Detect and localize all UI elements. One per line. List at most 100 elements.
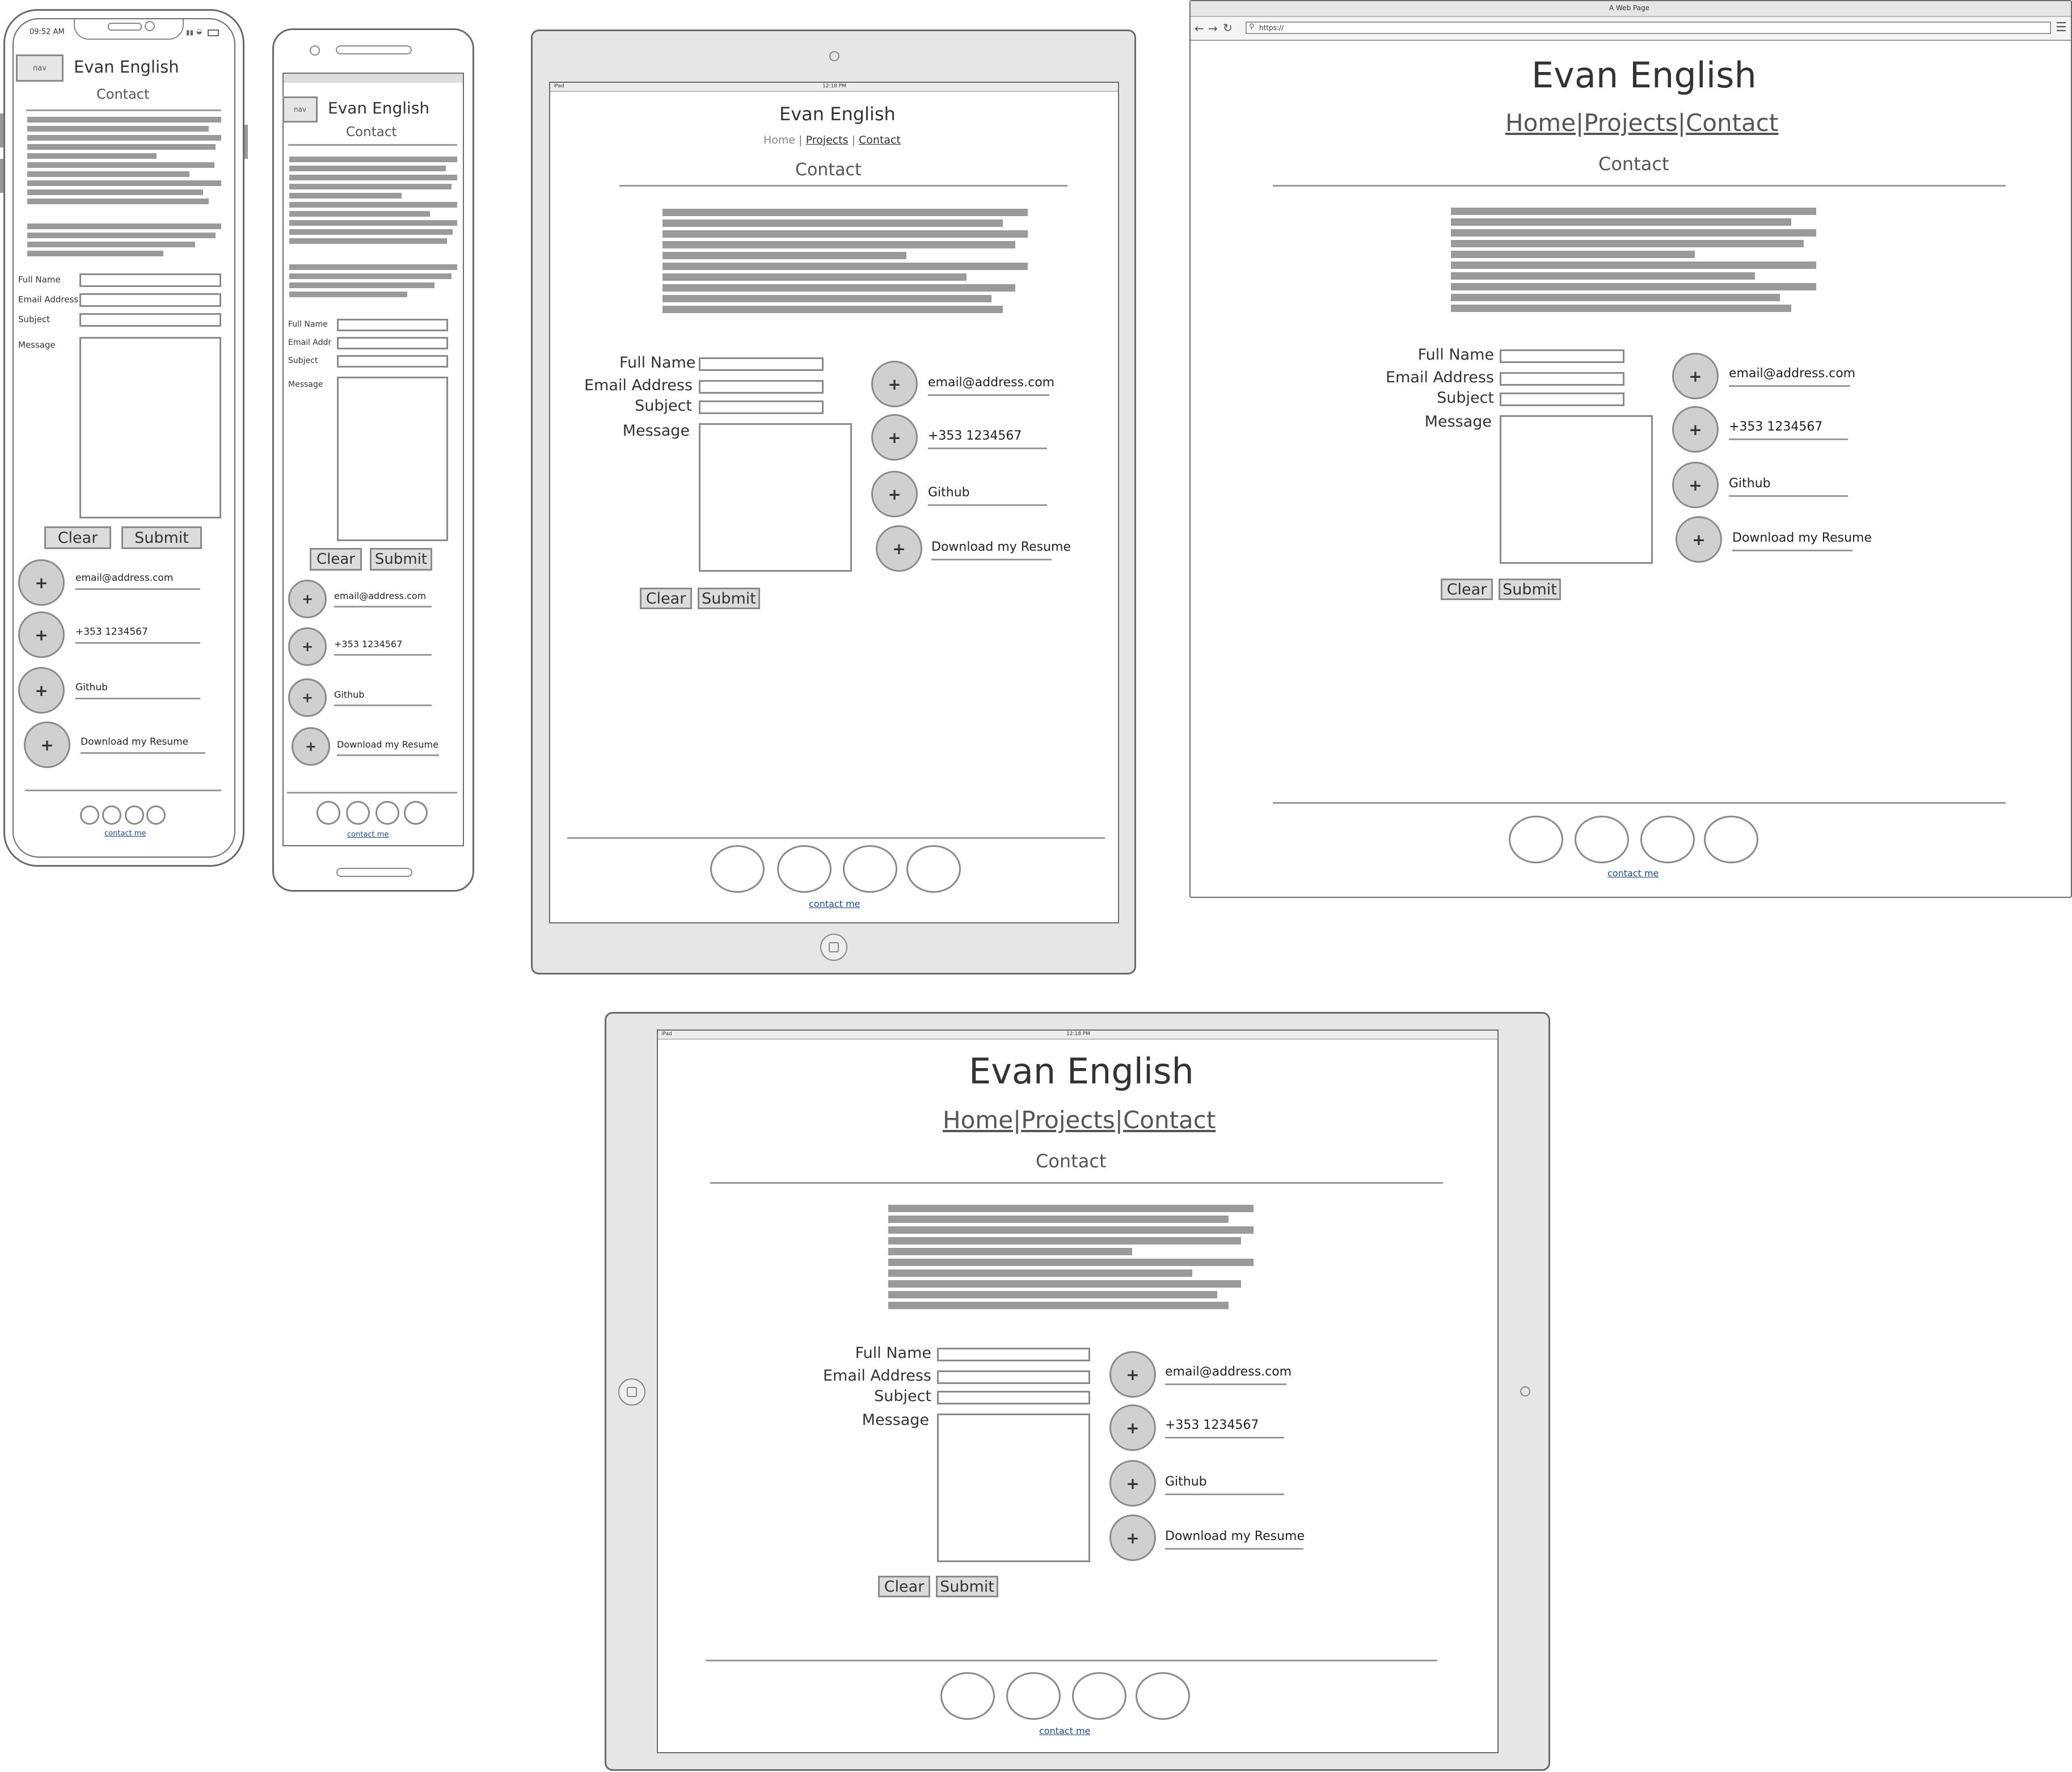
plus-icon[interactable]: + xyxy=(292,727,330,766)
contact-email[interactable]: email@address.com xyxy=(1165,1365,1292,1385)
contact-github[interactable]: Github xyxy=(334,689,432,706)
submit-button[interactable]: Submit xyxy=(370,548,432,571)
subject-input[interactable] xyxy=(79,313,221,327)
social-icon-placeholder[interactable] xyxy=(1072,1672,1126,1720)
social-icon-placeholder[interactable] xyxy=(1640,816,1695,863)
contact-me-link[interactable]: contact me xyxy=(347,830,389,839)
social-icon-placeholder[interactable] xyxy=(102,805,121,825)
social-icon-placeholder[interactable] xyxy=(1575,816,1629,863)
plus-icon[interactable]: + xyxy=(871,414,918,461)
nav-contact[interactable]: Contact xyxy=(859,134,901,146)
plus-icon[interactable]: + xyxy=(1109,1460,1156,1507)
social-icon-placeholder[interactable] xyxy=(1509,816,1563,863)
clear-button[interactable]: Clear xyxy=(640,588,692,609)
nav-home[interactable]: Home xyxy=(763,134,795,146)
social-icon-placeholder[interactable] xyxy=(375,801,399,825)
email-input[interactable] xyxy=(699,380,824,394)
address-bar[interactable]: ⚲ https:// xyxy=(1246,22,2051,34)
social-icon-placeholder[interactable] xyxy=(125,805,144,825)
back-icon[interactable]: ← xyxy=(1195,22,1204,35)
contact-email[interactable]: email@address.com xyxy=(1729,366,1855,387)
plus-icon[interactable]: + xyxy=(871,361,918,407)
message-textarea[interactable] xyxy=(79,337,221,518)
contact-me-link[interactable]: contact me xyxy=(1607,868,1659,879)
contact-github[interactable]: Github xyxy=(928,486,1047,506)
full-name-input[interactable] xyxy=(1500,349,1624,363)
social-icon-placeholder[interactable] xyxy=(906,845,961,893)
contact-me-link[interactable]: contact me xyxy=(1039,1725,1090,1736)
plus-icon[interactable]: + xyxy=(18,559,65,606)
plus-icon[interactable]: + xyxy=(288,678,327,717)
full-name-input[interactable] xyxy=(79,273,221,287)
submit-button[interactable]: Submit xyxy=(1499,579,1561,600)
contact-me-link[interactable]: contact me xyxy=(809,898,860,909)
reload-icon[interactable]: ↻ xyxy=(1223,21,1233,35)
contact-github[interactable]: Github xyxy=(75,682,200,699)
contact-phone[interactable]: +353 1234567 xyxy=(75,626,200,644)
contact-resume[interactable]: Download my Resume xyxy=(931,540,1071,560)
plus-icon[interactable]: + xyxy=(871,471,918,517)
message-textarea[interactable] xyxy=(937,1414,1090,1562)
clear-button[interactable]: Clear xyxy=(44,526,111,549)
contact-phone[interactable]: +353 1234567 xyxy=(928,429,1047,449)
full-name-input[interactable] xyxy=(337,319,448,331)
social-icon-placeholder[interactable] xyxy=(777,845,832,893)
nav-projects[interactable]: Projects xyxy=(806,134,849,146)
plus-icon[interactable]: + xyxy=(1672,462,1719,508)
plus-icon[interactable]: + xyxy=(18,667,65,714)
plus-icon[interactable]: + xyxy=(288,627,327,666)
message-textarea[interactable] xyxy=(699,423,852,572)
contact-email[interactable]: email@address.com xyxy=(928,376,1054,396)
social-icon-placeholder[interactable] xyxy=(1704,816,1758,863)
nav-button[interactable]: nav xyxy=(16,54,64,82)
contact-email[interactable]: email@address.com xyxy=(75,572,200,590)
contact-resume[interactable]: Download my Resume xyxy=(337,739,439,756)
subject-input[interactable] xyxy=(1500,393,1624,406)
clear-button[interactable]: Clear xyxy=(878,1576,930,1597)
social-icon-placeholder[interactable] xyxy=(1006,1672,1061,1720)
contact-github[interactable]: Github xyxy=(1729,476,1848,497)
social-icon-placeholder[interactable] xyxy=(80,805,99,825)
nav-contact[interactable]: Contact xyxy=(1123,1106,1216,1134)
social-icon-placeholder[interactable] xyxy=(346,801,370,825)
contact-me-link[interactable]: contact me xyxy=(104,829,146,838)
nav-projects[interactable]: Projects xyxy=(1584,109,1678,137)
plus-icon[interactable]: + xyxy=(288,580,327,618)
email-input[interactable] xyxy=(337,337,448,349)
contact-resume[interactable]: Download my Resume xyxy=(1732,531,1872,551)
clear-button[interactable]: Clear xyxy=(1441,579,1493,600)
message-textarea[interactable] xyxy=(1500,415,1653,564)
clear-button[interactable]: Clear xyxy=(310,548,362,571)
subject-input[interactable] xyxy=(937,1391,1090,1404)
email-input[interactable] xyxy=(937,1370,1090,1384)
plus-icon[interactable]: + xyxy=(1109,1514,1156,1561)
plus-icon[interactable]: + xyxy=(1672,353,1719,399)
plus-icon[interactable]: + xyxy=(1109,1404,1156,1451)
social-icon-placeholder[interactable] xyxy=(317,801,340,825)
message-textarea[interactable] xyxy=(337,377,448,541)
social-icon-placeholder[interactable] xyxy=(710,845,765,893)
contact-resume[interactable]: Download my Resume xyxy=(1165,1529,1305,1550)
nav-home[interactable]: Home xyxy=(1505,109,1576,137)
email-input[interactable] xyxy=(79,293,221,307)
contact-email[interactable]: email@address.com xyxy=(334,590,432,607)
full-name-input[interactable] xyxy=(937,1348,1090,1361)
submit-button[interactable]: Submit xyxy=(936,1576,998,1597)
plus-icon[interactable]: + xyxy=(876,525,922,572)
plus-icon[interactable]: + xyxy=(1676,516,1722,563)
social-icon-placeholder[interactable] xyxy=(1136,1672,1190,1720)
subject-input[interactable] xyxy=(337,355,448,368)
subject-input[interactable] xyxy=(699,400,824,414)
nav-home[interactable]: Home xyxy=(943,1106,1013,1134)
nav-contact[interactable]: Contact xyxy=(1686,109,1778,137)
plus-icon[interactable]: + xyxy=(1109,1351,1156,1398)
nav-projects[interactable]: Projects xyxy=(1021,1106,1115,1134)
menu-icon[interactable]: ☰ xyxy=(2056,20,2067,35)
submit-button[interactable]: Submit xyxy=(698,588,760,609)
social-icon-placeholder[interactable] xyxy=(404,801,428,825)
plus-icon[interactable]: + xyxy=(18,611,65,658)
contact-github[interactable]: Github xyxy=(1165,1475,1284,1495)
forward-icon[interactable]: → xyxy=(1208,22,1218,35)
contact-phone[interactable]: +353 1234567 xyxy=(1165,1418,1284,1438)
contact-phone[interactable]: +353 1234567 xyxy=(334,639,432,656)
